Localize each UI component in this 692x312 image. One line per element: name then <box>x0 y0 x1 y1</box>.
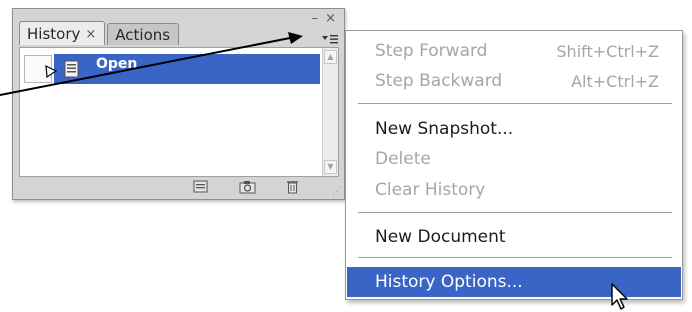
menu-item-clear-history[interactable]: Clear History <box>347 175 681 205</box>
panel-menu-icon <box>322 35 338 44</box>
menu-separator <box>358 103 672 104</box>
menu-item-shortcut: Alt+Ctrl+Z <box>571 71 659 91</box>
camera-icon[interactable] <box>239 179 257 198</box>
menu-item-label: Clear History <box>375 180 486 200</box>
history-panel: – × History × Actions Open ▲ ▼ ⋰ <box>12 8 345 200</box>
tab-close-icon[interactable]: × <box>85 27 96 42</box>
menu-item-label: New Document <box>375 227 506 247</box>
scroll-down-arrow[interactable]: ▼ <box>324 160 337 174</box>
history-state-open[interactable]: Open <box>54 54 320 84</box>
menu-separator <box>358 257 672 258</box>
menu-separator <box>358 212 672 213</box>
panel-controls: – × <box>312 11 336 26</box>
menu-item-label: Step Backward <box>375 71 503 91</box>
menu-item-history-options[interactable]: History Options... <box>347 267 681 297</box>
menu-item-label: History Options... <box>375 272 523 292</box>
history-panel-menu: Step Forward Shift+Ctrl+Z Step Backward … <box>345 30 683 300</box>
scroll-up-arrow[interactable]: ▲ <box>324 50 337 64</box>
snapshot-source-checkbox[interactable] <box>24 55 52 83</box>
menu-item-new-snapshot[interactable]: New Snapshot... <box>347 114 681 144</box>
menu-item-step-forward[interactable]: Step Forward Shift+Ctrl+Z <box>347 36 681 66</box>
new-document-icon[interactable] <box>193 179 209 198</box>
menu-item-label: Delete <box>375 149 431 169</box>
tab-actions[interactable]: Actions <box>107 23 180 45</box>
resize-grip-icon[interactable]: ⋰ <box>332 186 342 197</box>
document-icon <box>64 60 80 78</box>
tab-actions-label: Actions <box>115 26 171 44</box>
menu-item-shortcut: Shift+Ctrl+Z <box>556 41 659 61</box>
tab-history-label: History <box>27 25 81 43</box>
tab-history[interactable]: History × <box>19 21 106 45</box>
menu-item-step-backward[interactable]: Step Backward Alt+Ctrl+Z <box>347 66 681 96</box>
history-item-label: Open <box>96 56 138 72</box>
panel-menu-button[interactable] <box>322 33 338 48</box>
menu-item-label: Step Forward <box>375 41 488 61</box>
list-item[interactable]: Open <box>20 54 320 84</box>
panel-footer: ⋰ <box>13 177 344 197</box>
minimize-icon[interactable]: – <box>312 11 319 26</box>
vertical-scrollbar[interactable]: ▲ ▼ <box>322 48 338 176</box>
mouse-pointer-icon <box>611 283 628 310</box>
trash-icon[interactable] <box>286 179 300 198</box>
panel-tabs: History × Actions <box>19 21 180 45</box>
menu-item-delete[interactable]: Delete <box>347 144 681 174</box>
close-icon[interactable]: × <box>325 11 336 26</box>
menu-item-new-document[interactable]: New Document <box>347 222 681 252</box>
menu-item-label: New Snapshot... <box>375 119 514 139</box>
history-list: Open ▲ ▼ <box>19 47 339 177</box>
